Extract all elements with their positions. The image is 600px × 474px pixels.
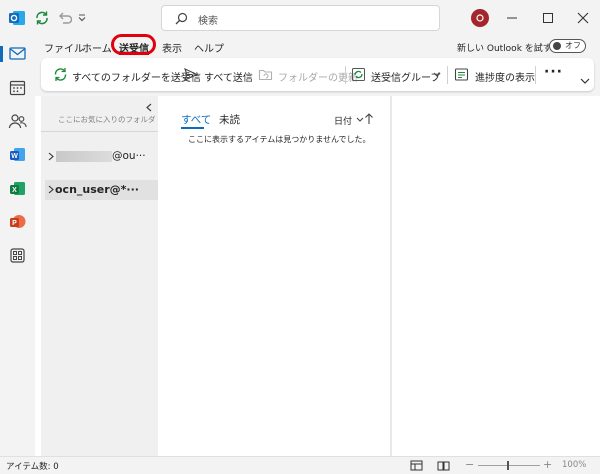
sort-by-date[interactable]: 日付	[334, 114, 352, 127]
search-input[interactable]: 検索	[198, 12, 218, 27]
qat-chevron-icon[interactable]	[77, 13, 87, 23]
reading-pane-divider[interactable]	[390, 96, 392, 456]
account-label: ocn_user@*···	[55, 183, 139, 196]
highlight-ring	[111, 34, 156, 55]
maximize-icon[interactable]	[542, 12, 554, 24]
normal-view-icon[interactable]	[410, 460, 423, 471]
folder-refresh-icon	[258, 69, 273, 81]
excel-icon[interactable]: X	[9, 180, 26, 197]
chevron-right-icon[interactable]	[48, 152, 54, 161]
item-count: アイテム数: 0	[6, 462, 59, 472]
svg-text:X: X	[12, 187, 17, 194]
reading-view-icon[interactable]	[437, 460, 450, 471]
tab-help[interactable]: ヘルプ	[194, 40, 224, 55]
divider	[41, 131, 158, 132]
new-outlook-label: 新しい Outlook を試す	[457, 44, 552, 54]
progress-icon	[454, 68, 469, 81]
tab-unread[interactable]: 未読	[219, 112, 240, 127]
close-icon[interactable]	[577, 12, 589, 24]
tab-file[interactable]: ファイル	[44, 40, 84, 55]
minimize-icon[interactable]	[506, 12, 518, 24]
more-options-button[interactable]: ···	[544, 64, 563, 80]
zoom-slider-thumb[interactable]	[507, 461, 509, 470]
ribbon-separator	[447, 66, 448, 84]
zoom-level: 100%	[562, 460, 587, 470]
chevron-down-icon[interactable]	[433, 72, 441, 78]
zoom-slider-track[interactable]	[478, 465, 540, 466]
ribbon-separator	[345, 66, 346, 84]
folder-pane: ここにお気に入りのフォルダーを @ou··· ocn_user@*···	[41, 96, 158, 456]
rail-active-indicator	[0, 46, 3, 62]
search-icon	[175, 12, 188, 25]
people-icon[interactable]	[8, 113, 27, 129]
ribbon-separator	[535, 66, 536, 84]
send-receive-groups-icon	[352, 68, 365, 81]
update-folder-button[interactable]: フォルダーの更新	[278, 69, 358, 84]
sync-all-icon	[54, 68, 67, 81]
expand-ribbon-icon[interactable]	[580, 78, 590, 85]
app-rail: W X P	[0, 36, 35, 456]
empty-message: ここに表示するアイテムは見つかりませんでした。	[188, 135, 371, 144]
powerpoint-icon[interactable]: P	[9, 213, 26, 230]
ribbon: すべてのフォルダーを送受信 すべて送信 フォルダーの更新 送受信グループ 進捗度…	[41, 58, 594, 91]
calendar-icon[interactable]	[9, 80, 26, 96]
new-outlook-toggle[interactable]: オフ	[549, 39, 586, 53]
message-list: すべて 未読 日付 ここに表示するアイテムは見つかりませんでした。	[164, 96, 390, 456]
mail-icon[interactable]	[9, 46, 26, 61]
svg-text:P: P	[12, 220, 17, 227]
collapse-pane-icon[interactable]	[145, 103, 153, 112]
tab-all[interactable]: すべて	[181, 112, 211, 127]
send-all-button[interactable]: すべて送信	[204, 69, 253, 84]
toggle-label: オフ	[565, 41, 581, 50]
zoom-out-button[interactable]: −	[465, 458, 474, 471]
send-receive-groups-button[interactable]: 送受信グループ	[371, 69, 440, 84]
outlook-logo-icon	[9, 11, 25, 25]
send-icon	[184, 68, 198, 81]
user-icon	[476, 14, 484, 22]
active-tab-underline	[181, 127, 204, 129]
send-receive-all-button[interactable]: すべてのフォルダーを送受信	[72, 69, 201, 84]
status-bar: アイテム数: 0 − + 100%	[0, 456, 600, 474]
word-icon[interactable]: W	[9, 146, 26, 163]
redacted-block	[56, 151, 112, 162]
account-row[interactable]: @ou···	[41, 147, 158, 167]
avatar[interactable]	[471, 9, 489, 27]
chevron-right-icon[interactable]	[48, 185, 54, 194]
tab-view[interactable]: 表示	[162, 40, 182, 55]
search-box[interactable]: 検索	[161, 5, 440, 31]
toggle-knob	[553, 42, 561, 50]
apps-icon[interactable]	[9, 247, 26, 264]
favorites-hint: ここにお気に入りのフォルダーを	[58, 115, 156, 124]
zoom-in-button[interactable]: +	[543, 458, 552, 471]
account-row-selected[interactable]: ocn_user@*···	[45, 180, 158, 200]
show-progress-button[interactable]: 進捗度の表示	[475, 69, 535, 84]
sort-direction-icon[interactable]	[359, 112, 389, 126]
undo-icon[interactable]	[56, 10, 72, 26]
tab-home[interactable]: ホーム	[82, 40, 112, 55]
svg-text:W: W	[11, 153, 18, 160]
sync-icon[interactable]	[34, 10, 50, 26]
account-label: @ou···	[112, 150, 146, 162]
